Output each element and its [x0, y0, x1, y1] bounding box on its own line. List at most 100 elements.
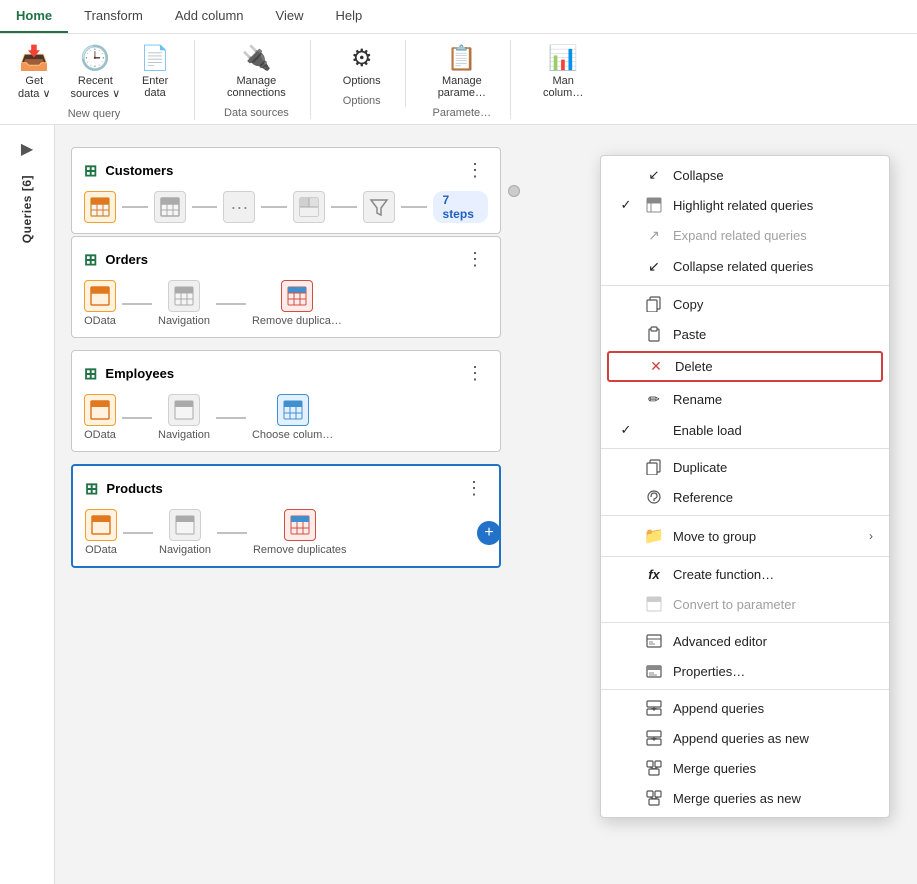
get-data-button[interactable]: 📥 Getdata ∨	[10, 40, 59, 104]
menu-item-append-queries-new[interactable]: Append queries as new	[601, 723, 889, 753]
separator-5	[601, 622, 889, 623]
manage-params-button[interactable]: 📋 Manageparame…	[430, 40, 494, 103]
ribbon-group-buttons-parameters: 📋 Manageparame…	[430, 40, 494, 103]
enable-load-check: ✓	[617, 422, 635, 438]
menu-item-enable-load[interactable]: ✓ Enable load	[601, 415, 889, 445]
emp-connector-2	[216, 417, 246, 419]
customers-steps: ··· 7 steps	[84, 191, 488, 223]
ribbon-group-parameters: 📋 Manageparame… Paramete…	[430, 40, 511, 119]
duplicate-label: Duplicate	[673, 460, 727, 475]
orders-steps: OData Navigation Remove duplica…	[84, 280, 488, 327]
paste-label: Paste	[673, 327, 706, 342]
prod-step-odata: OData	[85, 509, 117, 556]
menu-item-merge-queries[interactable]: Merge queries	[601, 753, 889, 783]
menu-item-reference[interactable]: Reference	[601, 482, 889, 512]
prod-step-odata-label: OData	[85, 544, 117, 556]
customers-card-title: ⊞ Customers	[84, 161, 173, 181]
menu-item-rename[interactable]: ✏ Rename	[601, 384, 889, 415]
menu-item-properties[interactable]: Properties…	[601, 656, 889, 686]
menu-item-advanced-editor[interactable]: Advanced editor	[601, 626, 889, 656]
move-to-group-label: Move to group	[673, 529, 756, 544]
emp-connector-1	[122, 417, 152, 419]
customers-name: Customers	[105, 163, 173, 178]
menu-item-expand-related[interactable]: ↗ Expand related queries	[601, 220, 889, 251]
employees-card-title: ⊞ Employees	[84, 364, 174, 384]
tab-home[interactable]: Home	[0, 0, 68, 33]
orders-card-header: ⊞ Orders ⋮	[84, 247, 488, 272]
emp-step-nav: Navigation	[158, 394, 210, 441]
merge-queries-label: Merge queries	[673, 761, 756, 776]
emp-step-odata-icon	[84, 394, 116, 426]
prod-connector-2	[217, 532, 247, 534]
menu-item-delete[interactable]: ✕ Delete	[607, 351, 883, 382]
recent-sources-button[interactable]: 🕒 Recentsources ∨	[63, 40, 129, 104]
prod-step-odata-icon	[85, 509, 117, 541]
products-card-header: ⊞ Products ⋮	[85, 476, 487, 501]
prod-step-nav: Navigation	[159, 509, 211, 556]
delete-icon: ✕	[647, 358, 665, 375]
add-step-button[interactable]: +	[477, 521, 501, 545]
advanced-editor-icon	[645, 633, 663, 649]
menu-item-highlight-related[interactable]: ✓ Highlight related queries	[601, 190, 889, 220]
get-data-label: Getdata ∨	[18, 75, 51, 100]
expand-label: Expand related queries	[673, 228, 807, 243]
orders-card-title: ⊞ Orders	[84, 250, 148, 270]
recent-sources-icon: 🕒	[80, 44, 110, 73]
manage-connections-button[interactable]: 🔌 Manageconnections	[219, 40, 294, 103]
customers-dot	[508, 185, 520, 197]
products-dots-button[interactable]: ⋮	[461, 476, 487, 501]
connector-3	[261, 206, 287, 208]
expand-icon: ↗	[645, 227, 663, 244]
enter-data-button[interactable]: 📄 Enterdata	[132, 40, 178, 103]
customers-dots-button[interactable]: ⋮	[462, 158, 488, 183]
customers-steps-badge: 7 steps	[433, 191, 488, 223]
employees-name: Employees	[105, 366, 174, 381]
menu-item-create-function[interactable]: fx Create function…	[601, 560, 889, 589]
enable-load-label: Enable load	[673, 423, 742, 438]
menu-item-convert-param[interactable]: Convert to parameter	[601, 589, 889, 619]
emp-step-choose: Choose colum…	[252, 394, 333, 441]
highlight-check: ✓	[617, 197, 635, 213]
orders-connector-1	[122, 303, 152, 305]
menu-item-collapse-related[interactable]: ↙ Collapse related queries	[601, 251, 889, 282]
enter-data-label: Enterdata	[142, 75, 168, 99]
append-queries-label: Append queries	[673, 701, 764, 716]
step-filter	[363, 191, 395, 223]
menu-item-paste[interactable]: Paste	[601, 319, 889, 349]
options-icon: ⚙	[351, 44, 373, 73]
context-menu: ↙ Collapse ✓ Highlight related queries ↗…	[600, 155, 890, 818]
employees-dots-button[interactable]: ⋮	[462, 361, 488, 386]
menu-item-copy[interactable]: Copy	[601, 289, 889, 319]
menu-item-collapse[interactable]: ↙ Collapse	[601, 160, 889, 190]
products-table-icon: ⊞	[85, 479, 98, 499]
employees-steps: OData Navigation Choose colum…	[84, 394, 488, 441]
append-queries-icon	[645, 700, 663, 716]
tab-add-column[interactable]: Add column	[159, 0, 260, 33]
manage-params-icon: 📋	[447, 44, 477, 73]
ribbon-group-data-sources: 🔌 Manageconnections Data sources	[219, 40, 311, 119]
advanced-editor-label: Advanced editor	[673, 634, 767, 649]
sidebar-toggle[interactable]: ▶	[11, 133, 43, 165]
tab-help[interactable]: Help	[319, 0, 378, 33]
tab-transform[interactable]: Transform	[68, 0, 159, 33]
manage-cols-button[interactable]: 📊 Mancolum…	[535, 40, 591, 103]
orders-dots-button[interactable]: ⋮	[462, 247, 488, 272]
recent-sources-label: Recentsources ∨	[71, 75, 121, 100]
duplicate-icon	[645, 459, 663, 475]
customers-card: ⊞ Customers ⋮ ··	[71, 147, 501, 234]
menu-item-append-queries[interactable]: Append queries	[601, 693, 889, 723]
ribbon-group-buttons-new-query: 📥 Getdata ∨ 🕒 Recentsources ∨ 📄 Enterdat…	[10, 40, 178, 104]
tab-view[interactable]: View	[260, 0, 320, 33]
move-to-group-arrow: ›	[869, 529, 873, 543]
employees-card-header: ⊞ Employees ⋮	[84, 361, 488, 386]
menu-item-move-to-group[interactable]: 📁 Move to group ›	[601, 519, 889, 553]
menu-item-merge-queries-new[interactable]: Merge queries as new	[601, 783, 889, 813]
menu-item-duplicate[interactable]: Duplicate	[601, 452, 889, 482]
sidebar-label: Queries [6]	[20, 175, 34, 243]
prod-step-nav-label: Navigation	[159, 544, 211, 556]
options-button[interactable]: ⚙ Options	[335, 40, 389, 91]
customers-card-header: ⊞ Customers ⋮	[84, 158, 488, 183]
collapse-label: Collapse	[673, 168, 724, 183]
manage-connections-icon: 🔌	[241, 44, 271, 73]
emp-step-odata: OData	[84, 394, 116, 441]
